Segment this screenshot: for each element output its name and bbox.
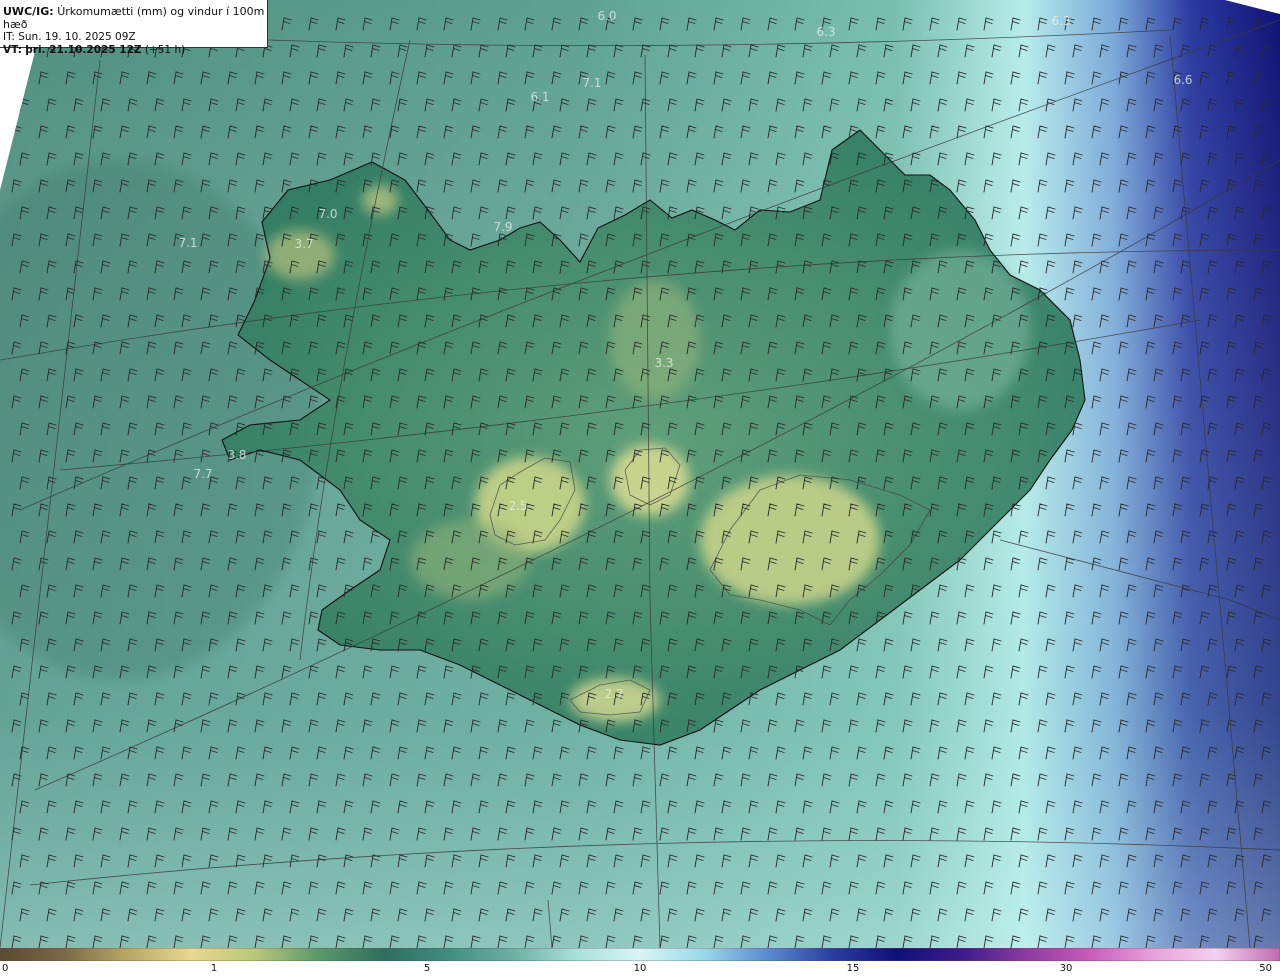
valid-time: þri. 21.10.2025 12Z [25,44,142,56]
precip-value-label: 6.3 [816,25,835,39]
valid-time-line: VT: þri. 21.10.2025 12Z (+51 h) [3,44,267,57]
precip-value-label: 6.0 [597,9,616,23]
colorbar-tick-label: 1 [210,963,218,974]
model-domain: 6.0 6.3 6.3 6.6 6.1 7.1 7.0 7.1 3.7 7.9 3.3 3.8 7.7 2… [0,0,1280,948]
precip-value-label: 7.7 [193,467,212,481]
map-view: 6.0 6.3 6.3 6.6 6.1 7.1 7.0 7.1 3.7 7.9 3.3 3.8 7.7 2… [0,0,1280,978]
precip-value-label: 7.1 [582,76,601,90]
issue-time: IT: Sun. 19. 10. 2025 09Z [3,31,136,43]
precip-value-label: 2.7 [604,687,623,701]
colorbar-tick-label: 0 [2,963,9,974]
precip-value-label: 2.5 [508,499,527,513]
colorbar-tick-label: 5 [423,963,431,974]
precip-value-label: 6.1 [530,90,549,104]
valid-label: VT: [3,44,22,56]
model-code: UWC/IG: [3,5,54,18]
colorbar-ticks: 0 1 5 10 15 30 50 [0,962,1280,978]
precip-value-label: 7.0 [318,207,337,221]
precip-value-label: 3.3 [654,356,673,370]
colorbar-tick-label: 30 [1059,963,1073,974]
header-title-line: UWC/IG: Úrkomumætti (mm) og vindur í 100… [3,5,267,31]
precip-value-label: 3.7 [294,237,313,251]
forecast-offset: (+51 h) [144,44,186,56]
colorbar [0,948,1280,961]
precip-value-label: 6.6 [1173,73,1192,87]
precip-value-label: 7.1 [178,236,197,250]
colorbar-tick-label: 50 [1259,963,1272,974]
colorbar-tick-label: 10 [633,963,647,974]
colorbar-tick-label: 15 [846,963,860,974]
precip-value-label: 3.8 [227,448,246,462]
map-header: UWC/IG: Úrkomumætti (mm) og vindur í 100… [0,0,268,56]
precip-value-label: 7.9 [493,220,512,234]
precip-value-label: 6.3 [1051,14,1070,28]
precipitation-map[interactable]: 6.0 6.3 6.3 6.6 6.1 7.1 7.0 7.1 3.7 7.9 3.3 3.8 7.7 2… [0,0,1280,948]
